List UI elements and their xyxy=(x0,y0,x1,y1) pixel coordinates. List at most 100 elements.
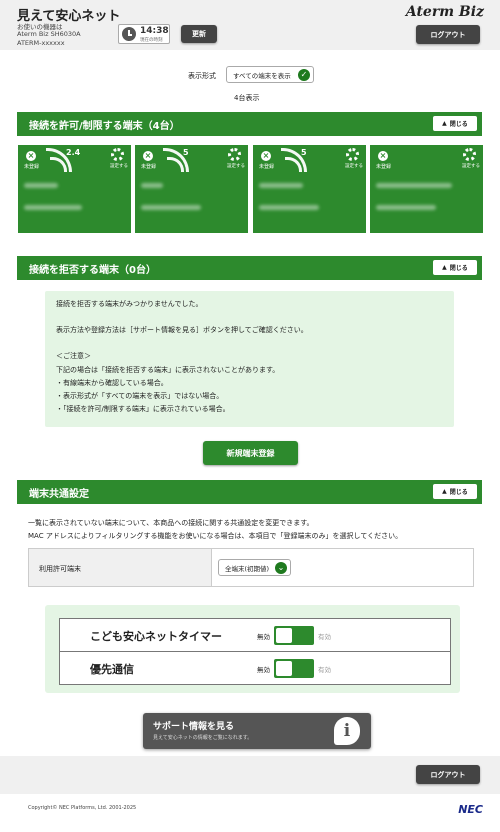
timer-label: こども安心ネットタイマー xyxy=(90,630,222,643)
unregistered-badge: × 未登録 xyxy=(22,150,46,174)
clock-display: 14:38 現在の時刻 xyxy=(118,24,170,44)
rejected-info-box: 接続を拒否する端末がみつかりませんでした。 表示方法や登録方法は［サポート情報を… xyxy=(45,291,454,427)
clock-icon xyxy=(122,27,136,41)
info-line: 表示方法や登録方法は［サポート情報を見る］ボタンを押してご確認ください。 xyxy=(56,326,308,334)
wifi-band-label: 2.4 xyxy=(66,148,81,157)
device-count: 4台表示 xyxy=(234,94,260,102)
chevron-up-icon: ▲ xyxy=(442,120,447,127)
unregistered-badge: × 未登録 xyxy=(257,150,281,174)
reg-label: 未登録 xyxy=(141,164,157,170)
common-section-title: 端末共通設定 xyxy=(29,489,89,500)
settings-label[interactable]: 設定する xyxy=(227,163,245,169)
common-close-button[interactable]: ▲ 閉じる xyxy=(433,484,477,499)
device-name-blurred xyxy=(24,183,58,188)
gear-icon[interactable] xyxy=(111,148,124,161)
unregistered-badge: × 未登録 xyxy=(139,150,163,174)
reg-label: 未登録 xyxy=(259,164,275,170)
allowed-close-button[interactable]: ▲ 閉じる xyxy=(433,116,477,131)
rejected-close-button[interactable]: ▲ 閉じる xyxy=(433,260,477,275)
unregistered-badge: × 未登録 xyxy=(374,150,398,174)
display-format-label: 表示形式 xyxy=(188,72,216,80)
timer-toggle-switch[interactable] xyxy=(274,626,314,645)
gear-icon[interactable] xyxy=(346,148,359,161)
chevron-up-icon: ▲ xyxy=(442,264,447,271)
support-subtitle: 見えて安心ネットの情報をご覧になれます。 xyxy=(153,735,253,741)
info-line: ＜ご注意＞ xyxy=(56,352,91,360)
settings-label[interactable]: 設定する xyxy=(110,163,128,169)
toggle-knob xyxy=(276,628,292,643)
toggle-knob xyxy=(276,661,292,676)
gear-icon[interactable] xyxy=(228,148,241,161)
unregistered-icon: × xyxy=(143,151,153,161)
rejected-section-header: 接続を拒否する端末（0台） ▲ 閉じる xyxy=(17,256,482,280)
info-line: ・「接続を許可/制限する端末」に表示されている場合。 xyxy=(56,405,230,413)
info-line: 下記の場合は「接続を拒否する端末」に表示されないことがあります。 xyxy=(56,366,280,374)
settings-label[interactable]: 設定する xyxy=(462,163,480,169)
common-desc-1: 一覧に表示されていない端末について、本商品への接続に関する共通設定を変更できます… xyxy=(28,519,314,527)
unregistered-icon: × xyxy=(26,151,36,161)
reg-label: 未登録 xyxy=(24,164,40,170)
close-label: 閉じる xyxy=(449,489,468,496)
clock-time: 14:38 xyxy=(140,26,169,36)
chevron-down-icon: ⌄ xyxy=(275,561,287,574)
timer-toggle-row: こども安心ネットタイマー 無効 有効 xyxy=(59,618,451,652)
device-name-blurred xyxy=(141,183,163,188)
mac-address-blurred xyxy=(259,205,319,210)
priority-toggle-switch[interactable] xyxy=(274,659,314,678)
update-button[interactable]: 更新 xyxy=(181,25,217,43)
mac-address-blurred xyxy=(376,205,436,210)
unregistered-icon: × xyxy=(378,151,388,161)
chevron-down-icon: ✓ xyxy=(298,68,310,81)
gear-icon[interactable] xyxy=(463,148,476,161)
device-card[interactable]: × 未登録 2.4 設定する xyxy=(18,145,131,233)
allowed-devices-label: 利用許可端末 xyxy=(29,549,212,586)
unregistered-icon: × xyxy=(261,151,271,161)
mac-address-blurred xyxy=(141,205,201,210)
copyright: Copyright© NEC Platforms, Ltd. 2001-2025 xyxy=(28,805,137,811)
brand-logo: Aterm Biz xyxy=(405,4,484,20)
display-format-value: すべての端末を表示 xyxy=(233,71,291,80)
timer-off-label: 無効 xyxy=(257,633,270,641)
chevron-up-icon: ▲ xyxy=(442,488,447,495)
common-section-header: 端末共通設定 ▲ 閉じる xyxy=(17,480,482,504)
wifi-band-label: 5 xyxy=(301,148,307,157)
new-device-register-button[interactable]: 新規端末登録 xyxy=(203,441,298,465)
common-settings-table: 利用許可端末 全端末(初期値) ⌄ xyxy=(28,548,474,587)
priority-label: 優先通信 xyxy=(90,663,134,676)
device-card[interactable]: × 未登録 設定する xyxy=(370,145,483,233)
rejected-section-title: 接続を拒否する端末（0台） xyxy=(29,265,156,276)
support-info-button[interactable]: サポート情報を見る 見えて安心ネットの情報をご覧になれます。 i xyxy=(143,713,371,749)
close-label: 閉じる xyxy=(449,265,468,272)
logout-button-top[interactable]: ログアウト xyxy=(416,25,480,44)
mac-address-blurred xyxy=(24,205,82,210)
allowed-section-header: 接続を許可/制限する端末（4台） ▲ 閉じる xyxy=(17,112,482,136)
priority-toggle-row: 優先通信 無効 有効 xyxy=(59,651,451,685)
allowed-devices-select[interactable]: 全端末(初期値) ⌄ xyxy=(218,559,291,576)
clock-caption: 現在の時刻 xyxy=(140,38,163,43)
header-bar: 見えて安心ネット お使いの機器は Aterm Biz SH6030A ATERM… xyxy=(0,0,500,50)
footer-bar: ログアウト xyxy=(0,756,500,794)
info-icon: i xyxy=(334,717,360,745)
reg-label: 未登録 xyxy=(376,164,392,170)
info-line: 接続を拒否する端末がみつかりませんでした。 xyxy=(56,300,203,308)
display-format-select[interactable]: すべての端末を表示 ✓ xyxy=(226,66,314,83)
support-title: サポート情報を見る xyxy=(153,722,235,732)
device-card[interactable]: × 未登録 5 設定する xyxy=(135,145,248,233)
priority-off-label: 無効 xyxy=(257,666,270,674)
common-desc-2: MAC アドレスによりフィルタリングする機能をお使いになる場合は、本項目で「登録… xyxy=(28,532,403,540)
device-name: ATERM-xxxxxx xyxy=(17,39,65,47)
device-name-blurred xyxy=(259,183,303,188)
info-line: ・有線端末から確認している場合。 xyxy=(56,379,168,387)
device-model: Aterm Biz SH6030A xyxy=(17,30,81,38)
wifi-band-label: 5 xyxy=(183,148,189,157)
logout-button-bottom[interactable]: ログアウト xyxy=(416,765,480,784)
allowed-devices-value: 全端末(初期値) xyxy=(225,564,270,573)
timer-on-label: 有効 xyxy=(318,633,331,641)
device-card[interactable]: × 未登録 5 設定する xyxy=(253,145,366,233)
nec-logo: NEC xyxy=(458,803,483,816)
allowed-section-title: 接続を許可/制限する端末（4台） xyxy=(29,121,180,132)
close-label: 閉じる xyxy=(449,121,468,128)
settings-label[interactable]: 設定する xyxy=(345,163,363,169)
device-name-blurred xyxy=(376,183,452,188)
toggle-panel: こども安心ネットタイマー 無効 有効 優先通信 無効 有効 xyxy=(45,605,460,693)
